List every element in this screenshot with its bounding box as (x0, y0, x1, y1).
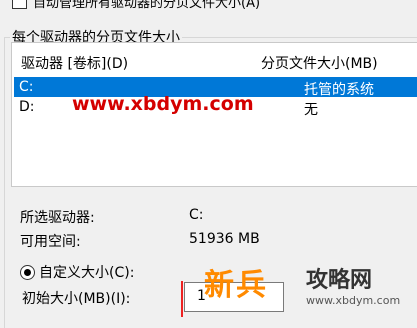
watermark-logo: 新兵 攻略网 www.xbdym.com (198, 256, 417, 317)
custom-size-option[interactable]: 自定义大小(C): (20, 262, 134, 282)
custom-size-radio[interactable] (20, 264, 35, 280)
watermark-big-text: 新兵 (204, 268, 268, 303)
auto-manage-row[interactable]: 自动管理所有驱动器的分页文件大小(A) (12, 0, 260, 11)
header-drive[interactable]: 驱动器 [卷标](D) (21, 53, 128, 73)
row-size: 无 (304, 102, 318, 118)
row-size: 托管的系统 (304, 82, 374, 98)
watermark-url: www.xbdym.com (72, 93, 254, 115)
auto-manage-checkbox[interactable] (12, 0, 27, 9)
free-space-label: 可用空间: (20, 234, 81, 250)
row-drive: D: (19, 99, 35, 115)
free-space-value: 51936 MB (189, 231, 260, 247)
selected-drive-label: 所选驱动器: (20, 210, 95, 226)
list-header: 驱动器 [卷标](D) 分页文件大小(MB) (12, 43, 417, 77)
initial-size-label: 初始大小(MB)(I): (22, 291, 131, 307)
watermark-site-name: 攻略网 (306, 268, 373, 293)
auto-manage-label: 自动管理所有驱动器的分页文件大小(A) (33, 0, 261, 11)
selected-drive-value: C: (189, 207, 204, 223)
custom-size-label: 自定义大小(C): (39, 265, 135, 281)
watermark-small-url: www.xbdym.com (306, 294, 401, 307)
header-size[interactable]: 分页文件大小(MB) (261, 53, 378, 73)
row-drive: C: (19, 79, 34, 95)
